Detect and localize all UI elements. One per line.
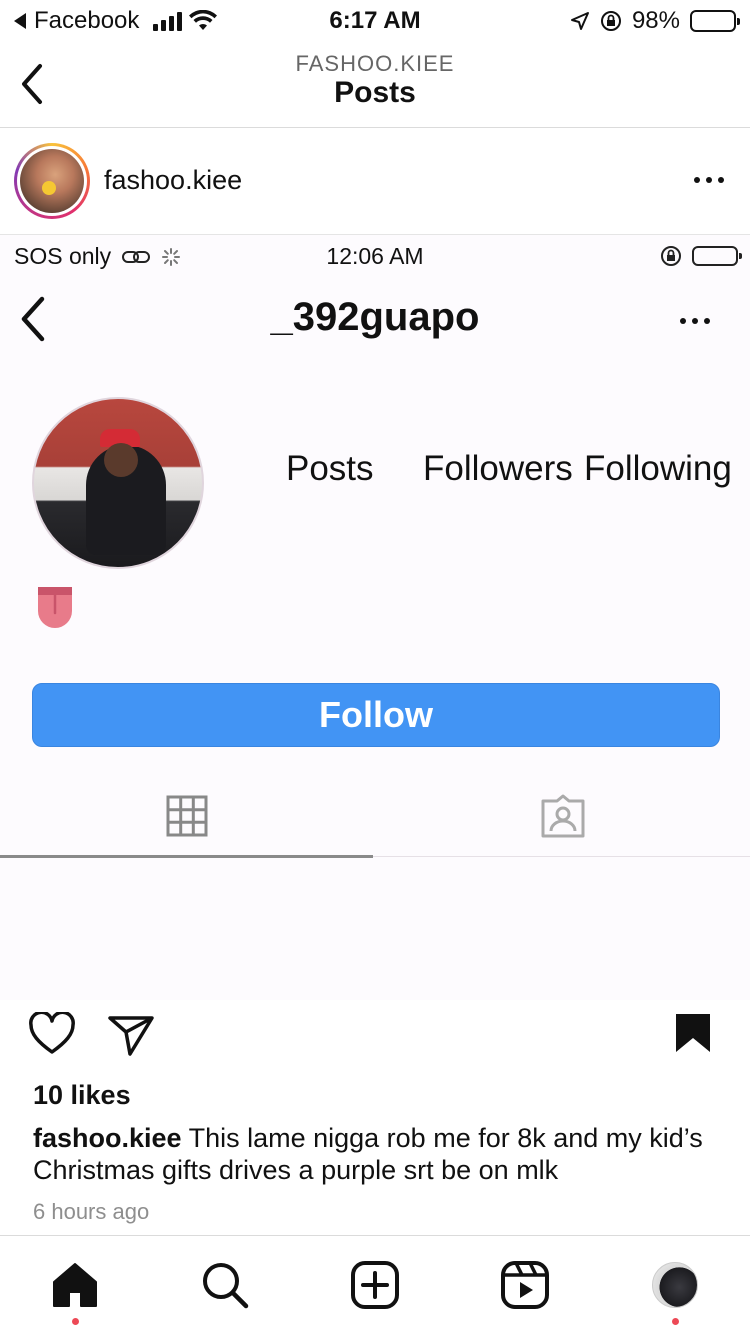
post-time-ago: 6 hours ago	[33, 1199, 150, 1224]
post-header: fashoo.kiee	[0, 129, 750, 233]
like-heart-icon[interactable]	[28, 1012, 76, 1056]
battery-icon	[690, 10, 740, 32]
more-options-icon[interactable]	[694, 177, 724, 183]
tab-divider	[373, 856, 750, 857]
image-more-icon	[680, 318, 710, 324]
home-icon[interactable]	[50, 1260, 100, 1310]
image-follow-button: Follow	[32, 683, 720, 747]
search-icon[interactable]	[200, 1260, 250, 1310]
post-image[interactable]: SOS only 12:06 AM _392guapo Posts Follow…	[0, 234, 750, 1000]
post-actions	[0, 1000, 750, 1070]
avatar	[20, 149, 84, 213]
status-right: 98%	[570, 7, 740, 35]
caption-username[interactable]: fashoo.kiee	[33, 1123, 182, 1153]
location-arrow-icon	[570, 12, 589, 30]
profile-notification-dot	[672, 1318, 679, 1325]
image-profile-username: _392guapo	[270, 295, 480, 339]
home-notification-dot	[72, 1318, 79, 1325]
image-stat-followers: Followers	[423, 449, 573, 488]
nav-header: FASHOO.KIEE Posts	[0, 42, 750, 128]
post-username[interactable]: fashoo.kiee	[104, 165, 242, 196]
active-tab-underline	[0, 855, 373, 858]
image-stat-following: Following	[584, 449, 732, 488]
profile-avatar[interactable]	[652, 1262, 698, 1308]
new-post-icon[interactable]	[350, 1260, 400, 1310]
image-status-time: 12:06 AM	[326, 243, 424, 269]
image-stat-posts: Posts	[286, 449, 374, 488]
story-ring-avatar[interactable]	[14, 143, 90, 219]
orientation-lock-icon	[600, 11, 621, 31]
image-battery-icon	[692, 246, 742, 266]
tagged-photos-icon	[541, 794, 585, 838]
grid-icon	[166, 795, 208, 837]
nav-subtitle: FASHOO.KIEE	[295, 51, 455, 76]
image-orientation-lock-icon	[661, 246, 681, 266]
post-caption: fashoo.kiee This lame nigga rob me for 8…	[33, 1122, 723, 1186]
battery-percent: 98%	[631, 7, 680, 34]
image-profile-photo	[32, 397, 204, 569]
likes-count[interactable]: 10 likes	[33, 1080, 131, 1111]
bottom-tab-bar	[0, 1235, 750, 1334]
reels-icon[interactable]	[500, 1260, 550, 1310]
nav-title: Posts	[334, 76, 416, 109]
tongue-emoji-icon	[38, 587, 72, 628]
status-bar: Facebook 6:17 AM 98%	[0, 0, 750, 42]
share-send-icon[interactable]	[106, 1012, 156, 1058]
image-status-bar: SOS only 12:06 AM	[0, 235, 750, 279]
bookmark-icon[interactable]	[674, 1012, 712, 1054]
